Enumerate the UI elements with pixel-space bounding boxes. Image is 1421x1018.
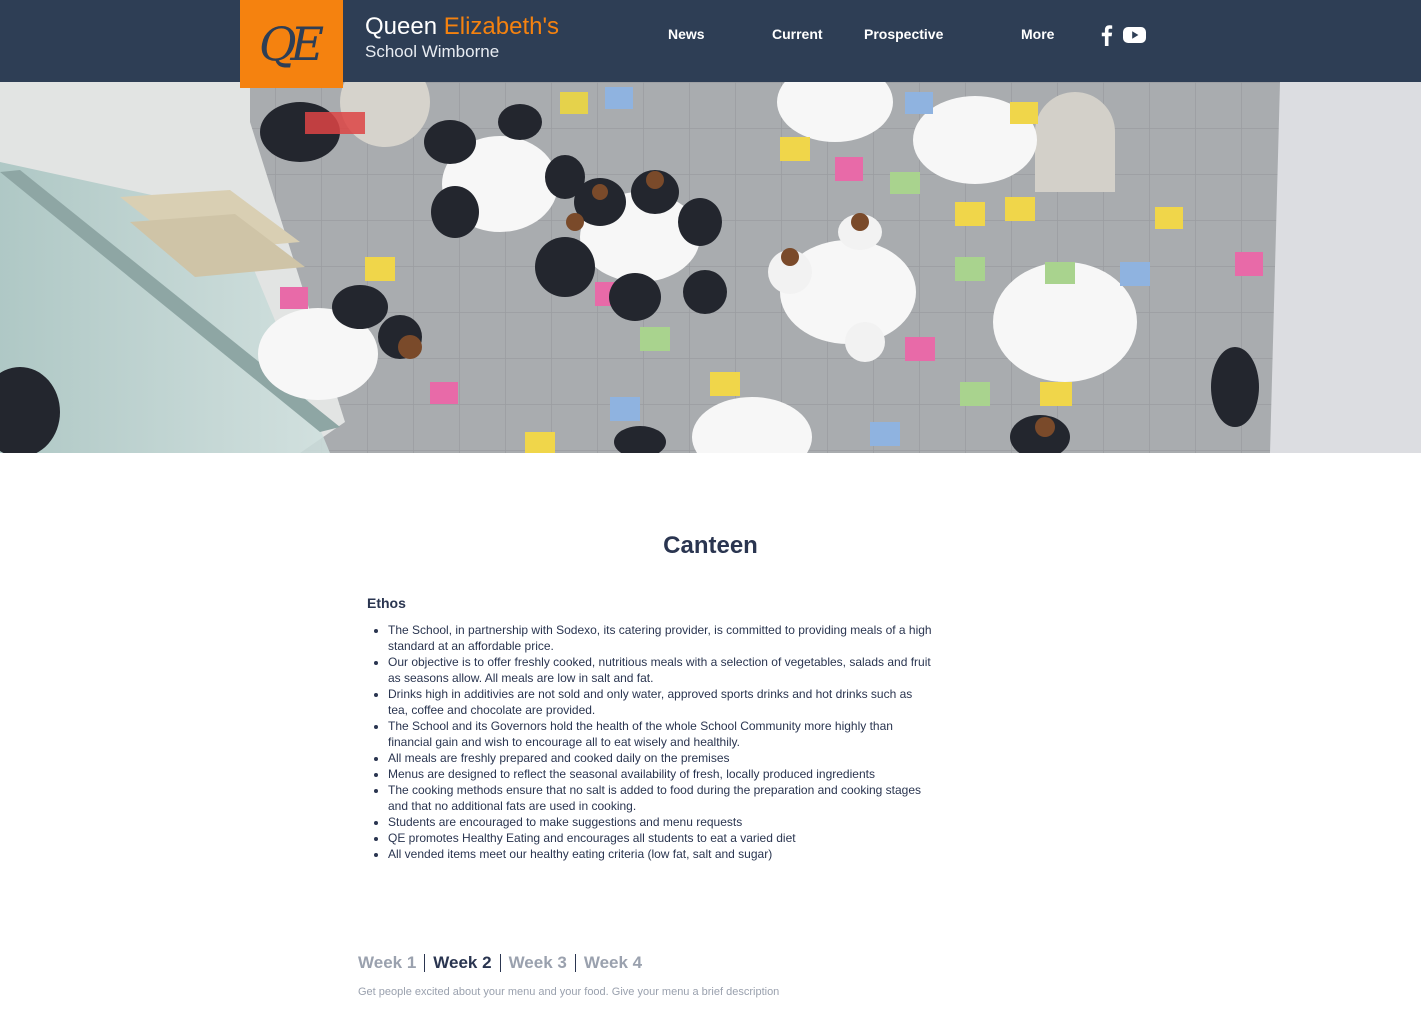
ethos-list: The School, in partnership with Sodexo, … [374,622,933,862]
school-logo[interactable]: QE [240,0,343,88]
canteen-photo [0,82,1421,453]
list-item: The cooking methods ensure that no salt … [374,782,933,814]
list-item: Our objective is to offer freshly cooked… [374,654,933,686]
list-item: The School, in partnership with Sodexo, … [374,623,932,653]
menu-week-tabs: Week 1 Week 2 Week 3 Week 4 [358,953,650,973]
list-item: Students are encouraged to make suggesti… [374,814,933,830]
tab-week-1[interactable]: Week 1 [358,953,424,973]
tab-week-3[interactable]: Week 3 [501,953,575,973]
tab-week-4[interactable]: Week 4 [576,953,650,973]
youtube-icon[interactable] [1123,26,1146,44]
nav-item-more[interactable]: More [1021,26,1054,42]
list-item: All vended items meet our healthy eating… [374,846,933,862]
list-item: All meals are freshly prepared and cooke… [374,750,933,766]
list-item: The School and its Governors hold the he… [374,718,933,750]
nav-item-prospective[interactable]: Prospective [864,26,943,42]
menu-description: Get people excited about your menu and y… [358,986,780,998]
ethos-heading: Ethos [367,595,406,611]
nav-item-current[interactable]: Current [772,26,823,42]
main-nav: News Current Prospective More [0,0,1421,70]
facebook-icon[interactable] [1097,24,1117,46]
list-item: QE promotes Healthy Eating and encourage… [374,830,933,846]
nav-item-news[interactable]: News [668,26,705,42]
page-title: Canteen [663,532,758,559]
logo-monogram: QE [258,17,324,71]
hero-image [0,82,1421,453]
list-item: Drinks high in additivies are not sold a… [374,686,933,718]
tab-week-2[interactable]: Week 2 [425,953,499,973]
site-header: QE Queen Elizabeth's School Wimborne New… [0,0,1421,88]
list-item: Menus are designed to reflect the season… [374,766,933,782]
